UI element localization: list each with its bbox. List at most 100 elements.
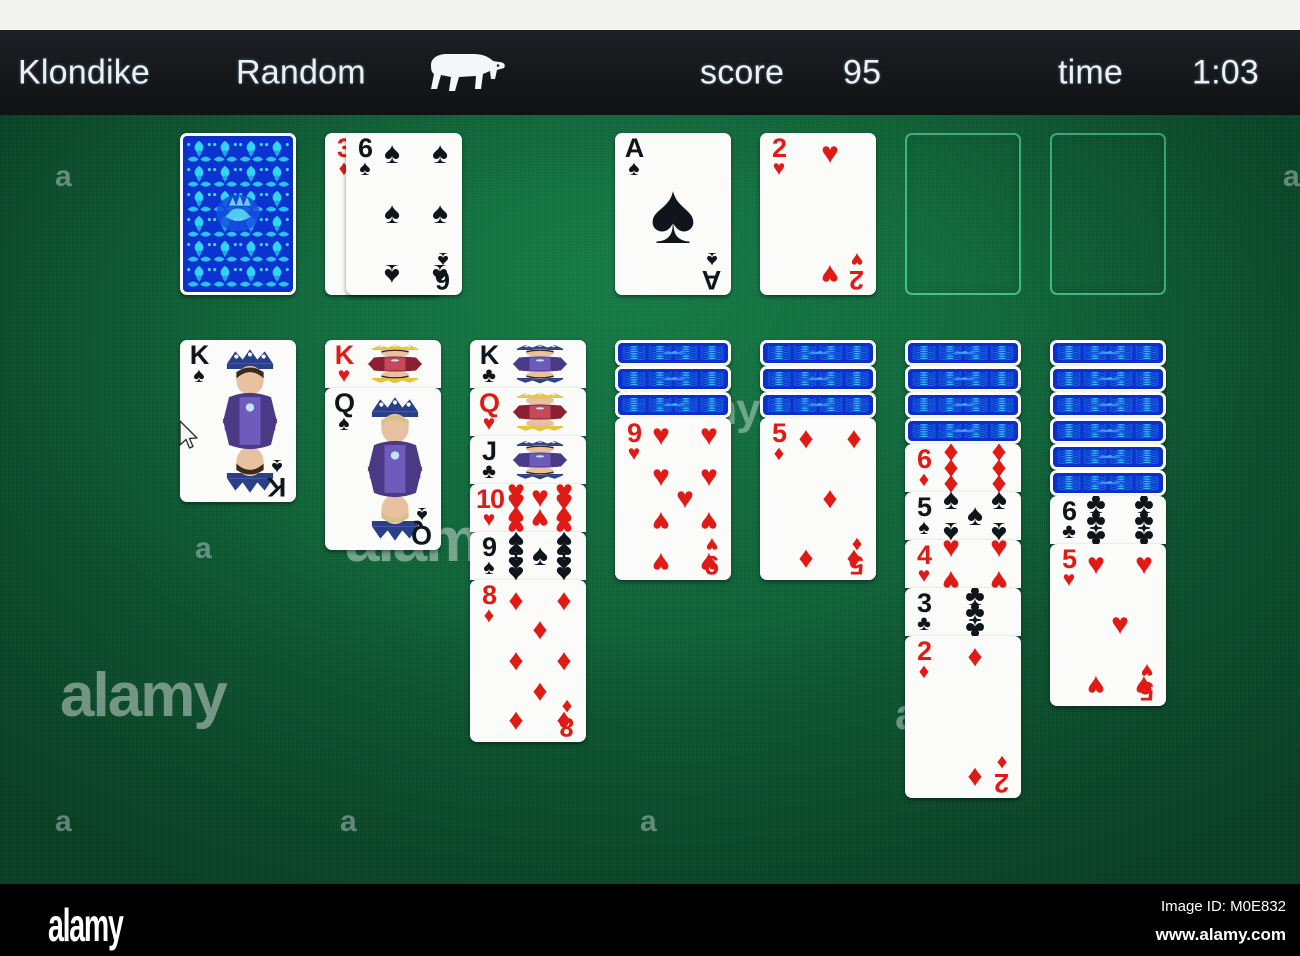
tableau-column-6-card-2-of-diamonds[interactable]: ♦ ♦ 2 ♦ 2 ♦ <box>905 636 1021 798</box>
card-suit-symbol: ♦ <box>918 660 930 683</box>
tableau-column-6-facedown-3[interactable] <box>905 392 1021 418</box>
pip: ♦ <box>846 421 862 455</box>
stock-pile[interactable] <box>180 133 296 295</box>
card-index-top-left: 5 ♠ <box>911 494 937 539</box>
tableau-column-6-facedown-4[interactable] <box>905 418 1021 444</box>
card-index-bottom-right: 6 ♠ <box>430 248 456 295</box>
pip-grid: ♠ ♠ ♠ ♠ ♠ <box>935 492 1015 540</box>
game-name-label[interactable]: Klondike <box>18 53 150 92</box>
tableau-column-7-facedown-1[interactable] <box>1050 340 1166 366</box>
card-suit-symbol: ♦ <box>483 604 495 627</box>
card-index-top-left: K ♥ <box>331 342 357 387</box>
game-screenshot: Klondike Random score 95 time 1:03 3 ♦ ♠… <box>0 0 1300 956</box>
tableau-column-3-card-k-of-clubs[interactable]: K ♣ <box>470 340 586 388</box>
waste-card-top[interactable]: ♠ ♠ ♠ ♠ ♠ ♠ 6 ♠ 6 ♠ <box>346 133 462 295</box>
tableau-column-5-facedown-1[interactable] <box>760 340 876 366</box>
card-index-top-left: 9 ♥ <box>621 420 647 465</box>
tableau-column-2-card-q-of-spades[interactable]: Q ♠ Q ♠ <box>325 388 441 550</box>
watermark-letter: a <box>55 805 72 838</box>
card-back-pattern <box>186 139 290 289</box>
pip-grid: ♣ ♣ ♣ <box>935 588 1015 636</box>
tableau-column-3-card-10-of-hearts[interactable]: ♥ ♥ ♥ ♥ ♥ ♥ ♥ ♥ ♥ ♥ 10 ♥ <box>470 484 586 532</box>
tableau-column-4-facedown-2[interactable] <box>615 366 731 392</box>
pip: ♥ <box>1111 608 1129 641</box>
pip: ♠ <box>384 197 400 230</box>
pip: ♥ <box>652 418 670 452</box>
card-suit-symbol: ♥ <box>772 157 786 180</box>
court-card-art <box>353 343 437 385</box>
pip: ♥ <box>676 482 694 515</box>
tableau-column-6-card-6-of-diamonds[interactable]: ♦ ♦ ♦ ♦ ♦ ♦ 6 ♦ <box>905 444 1021 492</box>
tableau-column-2-card-k-of-hearts[interactable]: K ♥ <box>325 340 441 388</box>
tableau-column-5-facedown-3[interactable] <box>760 392 876 418</box>
pip: ♥ <box>1135 547 1153 581</box>
pip: ♥ <box>652 504 670 538</box>
time-value: 1:03 <box>1192 53 1259 91</box>
watermark-word: alamy <box>60 661 228 730</box>
tableau-column-3-card-8-of-diamonds[interactable]: ♦ ♦ ♦ ♦ ♦ ♦ ♦ ♦ 8 ♦ 8 ♦ <box>470 580 586 742</box>
foundation-1-card-a-of-spades[interactable]: ♠ A ♠ A ♠ <box>615 133 731 295</box>
tableau-column-4-facedown-3[interactable] <box>615 392 731 418</box>
card-index-top-left: 6 ♣ <box>1056 498 1082 543</box>
pip: ♦ <box>967 639 983 673</box>
tableau-column-3-card-j-of-clubs[interactable]: J ♣ <box>470 436 586 484</box>
card-back-pattern <box>621 398 725 412</box>
tableau-column-6-card-4-of-hearts[interactable]: ♥ ♥ ♥ ♥ 4 ♥ <box>905 540 1021 588</box>
tableau-column-5-card-5-of-diamonds[interactable]: ♦ ♦ ♦ ♦ ♦ 5 ♦ 5 ♦ <box>760 418 876 580</box>
card-index-top-left: A ♠ <box>621 135 647 180</box>
tableau-column-6-card-5-of-spades[interactable]: ♠ ♠ ♠ ♠ ♠ 5 ♠ <box>905 492 1021 540</box>
card-suit-symbol: ♠ <box>437 248 449 271</box>
tableau-column-1-card-k-of-spades[interactable]: K ♠ K ♠ <box>180 340 296 502</box>
card-suit-symbol: ♥ <box>627 442 641 465</box>
card-back-pattern <box>1056 450 1160 464</box>
card-back-pattern <box>766 346 870 360</box>
tableau-column-7-facedown-6[interactable] <box>1050 470 1166 496</box>
foundation-3-empty-slot[interactable] <box>905 133 1021 295</box>
foundation-4-empty-slot[interactable] <box>1050 133 1166 295</box>
pip-grid: ♣ ♣ ♣ ♣ ♣ ♣ <box>1080 496 1160 544</box>
tableau-column-6-facedown-1[interactable] <box>905 340 1021 366</box>
pip: ♠ <box>943 492 959 517</box>
pip-grid: ♥ ♥ ♥ ♥ <box>935 540 1015 588</box>
pip: ♦ <box>556 644 572 677</box>
tableau-column-7-facedown-4[interactable] <box>1050 418 1166 444</box>
pip: ♦ <box>798 543 814 577</box>
tableau-column-7-facedown-2[interactable] <box>1050 366 1166 392</box>
pip: ♠ <box>532 539 548 572</box>
tableau-column-3-card-q-of-hearts[interactable]: Q ♥ <box>470 388 586 436</box>
tableau-column-7-card-5-of-hearts[interactable]: ♥ ♥ ♥ ♥ ♥ 5 ♥ 5 ♥ <box>1050 544 1166 706</box>
tableau-column-4-facedown-1[interactable] <box>615 340 731 366</box>
card-index-top-left: 6 ♠ <box>352 135 378 180</box>
pip: ♥ <box>700 460 718 494</box>
tableau-column-7-card-6-of-clubs[interactable]: ♣ ♣ ♣ ♣ ♣ ♣ 6 ♣ <box>1050 496 1166 544</box>
watermark-letter: a <box>55 160 72 193</box>
pip: ♣ <box>965 611 985 636</box>
pip: ♦ <box>798 421 814 455</box>
pip-grid: ♦ ♦ ♦ ♦ ♦ ♦ <box>935 444 1015 492</box>
pip: ♦ <box>508 644 524 677</box>
top-letterbox <box>0 0 1300 30</box>
tableau-column-7-facedown-3[interactable] <box>1050 392 1166 418</box>
pip: ♥ <box>700 418 718 452</box>
court-card-art <box>498 343 582 385</box>
pip: ♥ <box>507 508 525 532</box>
foundation-2-card-2-of-hearts[interactable]: ♥ ♥ 2 ♥ 2 ♥ <box>760 133 876 295</box>
pip: ♦ <box>967 761 983 795</box>
card-index-bottom-right: 2 ♦ <box>989 751 1015 798</box>
card-back-pattern <box>621 372 725 386</box>
score-value: 95 <box>843 53 882 91</box>
game-header-bar: Klondike Random score 95 time 1:03 <box>0 30 1300 115</box>
pip-grid: ♠ ♠ ♠ ♠ ♠ ♠ ♠ ♠ ♠ <box>500 532 580 580</box>
pip: ♦ <box>822 482 838 515</box>
tableau-column-5-facedown-2[interactable] <box>760 366 876 392</box>
tableau-column-6-facedown-2[interactable] <box>905 366 1021 392</box>
time-label: time <box>1058 53 1124 91</box>
deal-mode-label[interactable]: Random <box>236 53 366 92</box>
tableau-column-7-facedown-5[interactable] <box>1050 444 1166 470</box>
polar-bear-icon <box>425 49 507 97</box>
tableau-column-4-card-9-of-hearts[interactable]: ♥ ♥ ♥ ♥ ♥ ♥ ♥ ♥ ♥ 9 ♥ 9 ♥ <box>615 418 731 580</box>
tableau-column-6-card-3-of-clubs[interactable]: ♣ ♣ ♣ 3 ♣ <box>905 588 1021 636</box>
card-back-pattern <box>1056 346 1160 360</box>
tableau-column-3-card-9-of-spades[interactable]: ♠ ♠ ♠ ♠ ♠ ♠ ♠ ♠ ♠ 9 ♠ <box>470 532 586 580</box>
pip: ♠ <box>384 136 400 170</box>
